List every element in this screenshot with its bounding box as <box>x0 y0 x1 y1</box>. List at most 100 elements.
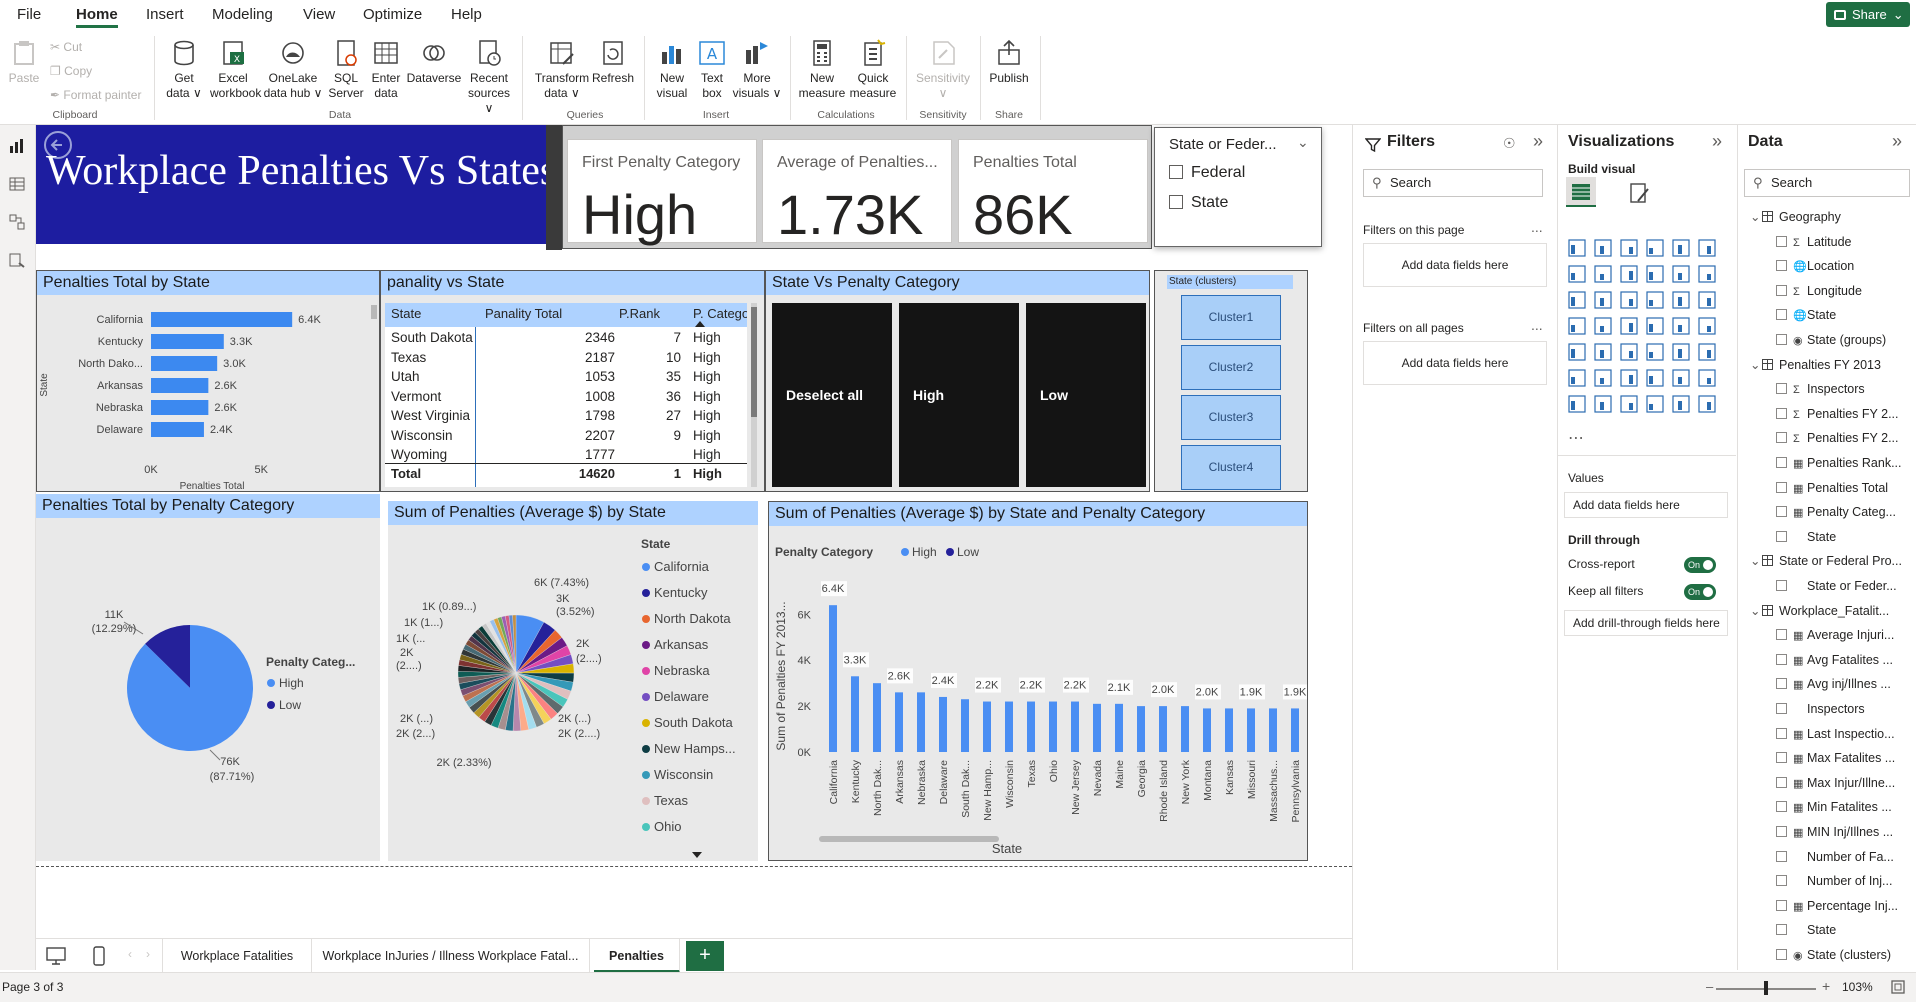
checkbox[interactable] <box>1776 899 1787 911</box>
data-field-node[interactable]: ▦ Avg inj/Illnes ... <box>1738 672 1916 696</box>
sql-server-button[interactable]: SQL Server <box>328 38 364 101</box>
add-page-button[interactable]: + <box>686 941 724 971</box>
penalties-by-state-and-category-column-chart[interactable]: Sum of Penalties (Average $) by State an… <box>768 501 1308 861</box>
more-options-icon[interactable]: ... <box>1531 219 1543 235</box>
checkbox[interactable] <box>1776 801 1787 813</box>
checkbox[interactable] <box>1776 383 1787 395</box>
arcgis-icon[interactable] <box>1670 315 1692 337</box>
chevron-down-icon[interactable]: ⌄ <box>1297 134 1309 151</box>
quick-measure-button[interactable]: Quick measure <box>848 38 898 101</box>
state-or-federal-slicer[interactable]: State or Feder... ⌄ Federal State <box>1154 127 1322 247</box>
data-field-node[interactable]: State or Feder... <box>1738 574 1916 598</box>
table-row[interactable]: South Dakota 2346 7 High <box>385 329 747 348</box>
more-visuals-ellipsis[interactable]: ⋯ <box>1568 428 1584 448</box>
data-field-node[interactable]: ▦ Penalties Rank... <box>1738 451 1916 475</box>
funnel-icon[interactable] <box>1592 289 1614 311</box>
menu-optimize[interactable]: Optimize <box>363 0 422 30</box>
collapse-pane-icon[interactable]: » <box>1533 131 1543 152</box>
matrix-icon[interactable] <box>1696 341 1718 363</box>
r-visual-icon[interactable] <box>1566 367 1588 389</box>
data-field-node[interactable]: ▦ Penalty Categ... <box>1738 500 1916 524</box>
new-visual-button[interactable]: New visual <box>652 38 692 101</box>
custom-visual-2-icon[interactable] <box>1696 393 1718 415</box>
state-clusters-slicer[interactable]: State (clusters) Cluster1 Cluster2 Clust… <box>1154 270 1308 492</box>
filled-map-icon[interactable] <box>1592 315 1614 337</box>
stacked-bar-icon[interactable] <box>1566 237 1588 259</box>
more-visuals-button[interactable]: More visuals ∨ <box>732 38 782 101</box>
data-field-node[interactable]: State <box>1738 525 1916 549</box>
slicer-option-federal[interactable]: Federal <box>1169 164 1245 182</box>
table-row[interactable]: Utah 1053 35 High <box>385 368 747 387</box>
data-table-node[interactable]: ⌄ Workplace_Fatalit... <box>1738 599 1916 623</box>
sort-asc-icon[interactable] <box>695 321 705 327</box>
data-field-node[interactable]: ▦ Min Fatalites ... <box>1738 795 1916 819</box>
eye-icon[interactable]: ☉ <box>1503 135 1516 152</box>
data-field-node[interactable]: Σ Inspectors <box>1738 377 1916 401</box>
data-table-node[interactable]: ⌄ Penalties FY 2013 <box>1738 353 1916 377</box>
report-view-icon[interactable] <box>8 137 26 155</box>
checkbox[interactable] <box>1776 284 1787 296</box>
table-row[interactable]: Texas 2187 10 High <box>385 349 747 368</box>
cross-report-toggle[interactable]: On <box>1684 557 1716 573</box>
more-options-icon[interactable]: ... <box>1531 317 1543 333</box>
table-scrollbar-thumb[interactable] <box>751 307 757 417</box>
chevron-expanded-icon[interactable]: ⌄ <box>1750 205 1762 229</box>
col-header-state[interactable]: State <box>391 306 421 321</box>
chevron-expanded-icon[interactable]: ⌄ <box>1750 549 1762 573</box>
dax-query-view-icon[interactable] <box>8 251 26 269</box>
scroll-tabs-left-icon[interactable]: ‹ <box>128 947 132 961</box>
tab-workplace-injuries[interactable]: Workplace InJuries / Illness Workplace F… <box>312 939 590 973</box>
data-field-node[interactable]: Σ Latitude <box>1738 230 1916 254</box>
area-chart-icon[interactable] <box>1592 263 1614 285</box>
data-field-node[interactable]: ▦ Penalties Total <box>1738 476 1916 500</box>
stacked-column-icon[interactable] <box>1592 237 1614 259</box>
tab-penalties[interactable]: Penalties <box>594 939 680 973</box>
scatter-icon[interactable] <box>1618 289 1640 311</box>
publish-button[interactable]: Publish <box>986 38 1032 86</box>
checkbox[interactable] <box>1776 432 1787 444</box>
donut-icon[interactable] <box>1670 289 1692 311</box>
menu-help[interactable]: Help <box>451 0 482 30</box>
penalties-total-by-state-chart[interactable]: Penalties Total by State State California… <box>36 270 380 492</box>
card-icon[interactable] <box>1566 341 1588 363</box>
kpi-card-first-penalty-category[interactable]: First Penalty Category High <box>567 139 757 246</box>
table-icon[interactable] <box>1670 341 1692 363</box>
checkbox[interactable] <box>1169 195 1183 209</box>
map-icon[interactable] <box>1566 315 1588 337</box>
data-field-node[interactable]: Σ Penalties FY 2... <box>1738 402 1916 426</box>
data-field-node[interactable]: ▦ MIN Inj/Illnes ... <box>1738 820 1916 844</box>
drill-through-dropzone[interactable]: Add drill-through fields here <box>1564 610 1728 636</box>
custom-visual-icon[interactable] <box>1670 393 1692 415</box>
collapse-pane-icon[interactable]: » <box>1712 131 1722 152</box>
checkbox[interactable] <box>1776 653 1787 665</box>
python-visual-icon[interactable] <box>1592 367 1614 389</box>
data-field-node[interactable]: State <box>1738 918 1916 942</box>
azure-map-icon[interactable] <box>1644 315 1666 337</box>
checkbox[interactable] <box>1776 580 1787 591</box>
menu-home[interactable]: Home <box>76 0 118 30</box>
table-view-icon[interactable] <box>8 175 26 193</box>
kpi-card-average-of-penalties[interactable]: Average of Penalties... 1.73K <box>762 139 952 246</box>
data-field-node[interactable]: Inspectors <box>1738 697 1916 721</box>
data-field-node[interactable]: 🌐State <box>1738 303 1916 327</box>
clustered-column-icon[interactable] <box>1644 237 1666 259</box>
checkbox[interactable] <box>1776 530 1787 542</box>
checkbox[interactable] <box>1776 949 1787 960</box>
checkbox[interactable] <box>1776 875 1787 887</box>
format-visual-icon[interactable] <box>1628 181 1652 205</box>
filters-search-input[interactable]: ⚲ Search <box>1363 169 1543 197</box>
state-vs-penalty-category-slicer[interactable]: State Vs Penalty Category Deselect all H… <box>765 270 1150 492</box>
checkbox[interactable] <box>1776 235 1787 247</box>
cluster4-button[interactable]: Cluster4 <box>1181 445 1281 490</box>
share-button[interactable]: Share ⌄ <box>1826 2 1910 27</box>
data-field-node[interactable]: Σ Penalties FY 2... <box>1738 426 1916 450</box>
paginated-report-icon[interactable] <box>1566 393 1588 415</box>
checkbox[interactable] <box>1776 457 1787 468</box>
data-table-node[interactable]: ⌄ Geography <box>1738 205 1916 229</box>
data-field-node[interactable]: ▦ Max Fatalites ... <box>1738 746 1916 770</box>
data-field-node[interactable]: ▦ Percentage Inj... <box>1738 894 1916 918</box>
data-field-node[interactable]: Number of Fa... <box>1738 845 1916 869</box>
checkbox[interactable] <box>1776 506 1787 518</box>
smart-narrative-icon[interactable] <box>1592 393 1614 415</box>
sensitivity-button[interactable]: Sensitivity ∨ <box>912 38 974 101</box>
